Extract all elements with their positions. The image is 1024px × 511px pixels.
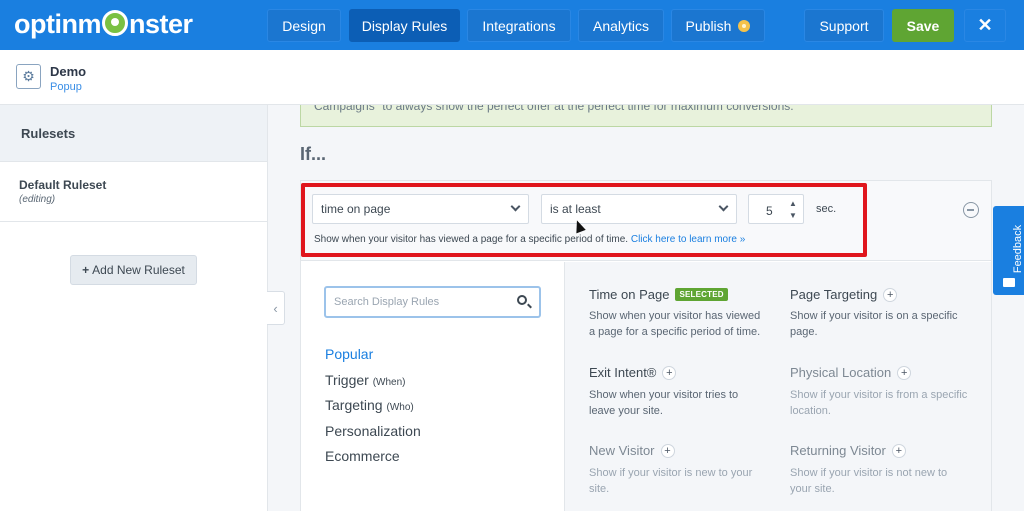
rule-option-title: Physical Location <box>790 365 892 380</box>
rule-option-page-targeting[interactable]: Page Targeting + <box>790 287 898 302</box>
category-label: Trigger <box>325 372 369 388</box>
plus-icon: + <box>883 287 898 302</box>
tab-integrations[interactable]: Integrations <box>467 9 571 42</box>
rule-option-desc: Show when your visitor has viewed a page… <box>589 310 761 338</box>
ruleset-state: (editing) <box>19 194 56 205</box>
search-icon <box>517 295 527 305</box>
rule-option-title: Page Targeting <box>790 287 878 302</box>
campaign-type: Popup <box>50 81 82 93</box>
highlight-box <box>301 183 867 257</box>
category-personalization[interactable]: Personalization <box>325 423 421 439</box>
plus-icon: + <box>662 365 677 380</box>
rulesets-title: Rulesets <box>21 126 76 141</box>
monster-icon <box>101 10 128 36</box>
logo-text-left: optinm <box>14 8 101 39</box>
plus-icon: + <box>897 365 912 380</box>
category-sub: (When) <box>372 377 406 388</box>
publish-status-icon <box>738 19 751 32</box>
remove-rule-icon[interactable] <box>963 202 979 218</box>
rule-option-title: Returning Visitor <box>790 443 886 458</box>
feedback-tab[interactable]: Feedback <box>993 206 1024 295</box>
selected-badge: SELECTED <box>675 288 728 301</box>
tab-publish[interactable]: Publish <box>671 9 765 42</box>
tab-display-rules[interactable]: Display Rules <box>349 9 460 42</box>
add-ruleset-button[interactable]: + Add New Ruleset <box>70 255 197 285</box>
if-heading: If... <box>300 144 326 164</box>
search-placeholder: Search Display Rules <box>334 296 440 308</box>
rule-option-desc: Show if your visitor is new to your site… <box>589 467 753 495</box>
notice-text: Campaigns" to always show the perfect of… <box>314 105 794 113</box>
add-ruleset-label: Add New Ruleset <box>92 263 185 277</box>
category-targeting[interactable]: Targeting (Who) <box>325 397 414 413</box>
ruleset-name: Default Ruleset <box>19 178 107 192</box>
campaign-header: ⚙ Demo Popup <box>0 50 1024 105</box>
save-button[interactable]: Save <box>892 9 954 42</box>
rule-option-new-visitor[interactable]: New Visitor + <box>589 443 675 458</box>
rule-option-time-on-page[interactable]: Time on Page SELECTED <box>589 287 728 302</box>
category-label: Personalization <box>325 423 421 439</box>
rule-option-returning-visitor[interactable]: Returning Visitor + <box>790 443 906 458</box>
category-label: Ecommerce <box>325 448 400 464</box>
plus-icon: + <box>891 443 906 458</box>
info-notice: Campaigns" to always show the perfect of… <box>300 105 992 127</box>
campaign-name: Demo <box>50 64 87 79</box>
publish-label: Publish <box>685 17 732 34</box>
rule-option-desc: Show when your visitor tries to leave yo… <box>589 389 739 417</box>
rule-option-physical-location[interactable]: Physical Location + <box>790 365 912 380</box>
gear-icon[interactable]: ⚙ <box>16 64 41 89</box>
plus-icon: + <box>82 263 90 277</box>
category-label: Popular <box>325 346 374 362</box>
search-input[interactable]: Search Display Rules <box>324 286 541 318</box>
collapse-sidebar-icon[interactable]: ‹ <box>267 291 285 325</box>
rule-option-exit-intent[interactable]: Exit Intent® + <box>589 365 677 380</box>
rule-option-desc: Show if your visitor is from a specific … <box>790 389 968 417</box>
rulesets-sidebar: Rulesets Default Ruleset (editing) + Add … <box>0 105 268 511</box>
chat-icon <box>1003 278 1015 287</box>
rule-option-title: Exit Intent® <box>589 365 657 380</box>
tab-analytics[interactable]: Analytics <box>578 9 664 42</box>
tab-design[interactable]: Design <box>267 9 341 42</box>
rule-option-title: Time on Page <box>589 287 670 302</box>
category-label: Targeting <box>325 397 383 413</box>
logo-text-right: nster <box>128 8 193 39</box>
close-icon[interactable]: ✕ <box>964 9 1006 42</box>
rule-option-desc: Show if your visitor is not new to your … <box>790 467 948 495</box>
optinmonster-logo[interactable]: optinm nster <box>14 7 193 41</box>
rule-option-desc: Show if your visitor is on a specific pa… <box>790 310 958 338</box>
category-sub: (Who) <box>386 402 414 413</box>
plus-icon: + <box>660 443 675 458</box>
ruleset-item-default[interactable]: Default Ruleset (editing) <box>0 162 267 222</box>
rule-option-title: New Visitor <box>589 443 655 458</box>
support-button[interactable]: Support <box>804 9 884 42</box>
feedback-label: Feedback <box>1012 224 1024 274</box>
category-ecommerce[interactable]: Ecommerce <box>325 448 400 464</box>
rulesets-heading: Rulesets <box>0 105 267 162</box>
category-popular[interactable]: Popular <box>325 346 373 362</box>
category-trigger[interactable]: Trigger (When) <box>325 372 406 388</box>
top-bar: optinm nster Design Display Rules Integra… <box>0 0 1024 50</box>
